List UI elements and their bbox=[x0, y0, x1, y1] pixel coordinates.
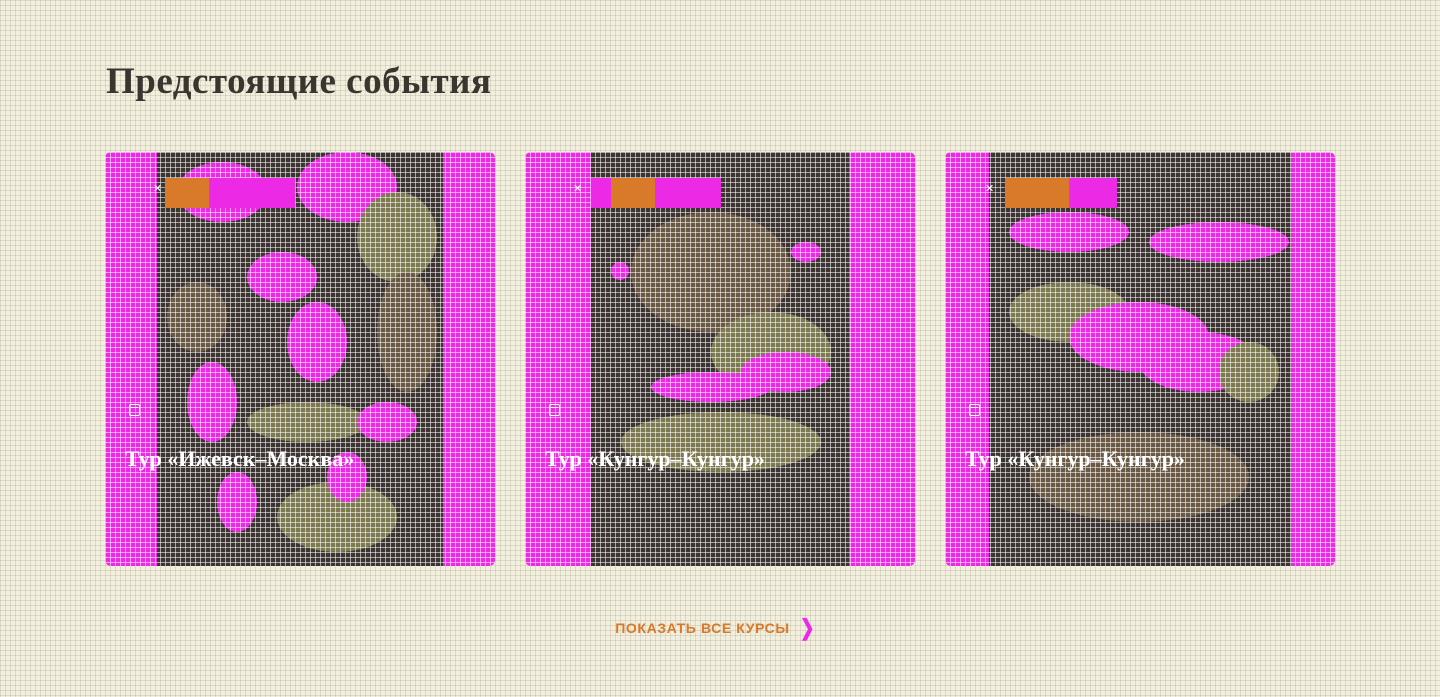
event-card[interactable]: ✕ Тур «Ижевск–Москва» bbox=[105, 152, 495, 566]
calendar-icon bbox=[129, 404, 140, 416]
section-title: Предстоящие события bbox=[106, 61, 492, 102]
show-all-courses-link[interactable]: ПОКАЗАТЬ ВСЕ КУРСЫ ❯ bbox=[615, 617, 816, 639]
show-all-label: ПОКАЗАТЬ ВСЕ КУРСЫ bbox=[615, 620, 790, 636]
event-badge bbox=[591, 178, 721, 208]
chevron-right-icon: ❯ bbox=[799, 615, 815, 640]
event-date bbox=[129, 404, 148, 416]
calendar-icon bbox=[969, 404, 980, 416]
close-icon: ✕ bbox=[573, 183, 583, 195]
event-card[interactable]: ✕ Тур «Кунгур–Кунгур» bbox=[945, 152, 1335, 566]
event-title: Тур «Кунгур–Кунгур» bbox=[545, 446, 765, 471]
event-title: Тур «Ижевск–Москва» bbox=[125, 446, 355, 471]
event-badge bbox=[1005, 178, 1117, 208]
show-all-container: ПОКАЗАТЬ ВСЕ КУРСЫ ❯ bbox=[0, 617, 1440, 639]
close-icon: ✕ bbox=[153, 183, 163, 195]
event-title: Тур «Кунгур–Кунгур» bbox=[965, 446, 1185, 471]
event-date bbox=[969, 404, 988, 416]
event-date bbox=[549, 404, 568, 416]
calendar-icon bbox=[549, 404, 560, 416]
event-cards: ✕ Тур «Ижевск–Москва» ✕ Тур «Кунгур–Кунг… bbox=[105, 152, 1335, 566]
event-card[interactable]: ✕ Тур «Кунгур–Кунгур» bbox=[525, 152, 915, 566]
close-icon: ✕ bbox=[985, 183, 995, 195]
event-badge bbox=[165, 178, 295, 208]
